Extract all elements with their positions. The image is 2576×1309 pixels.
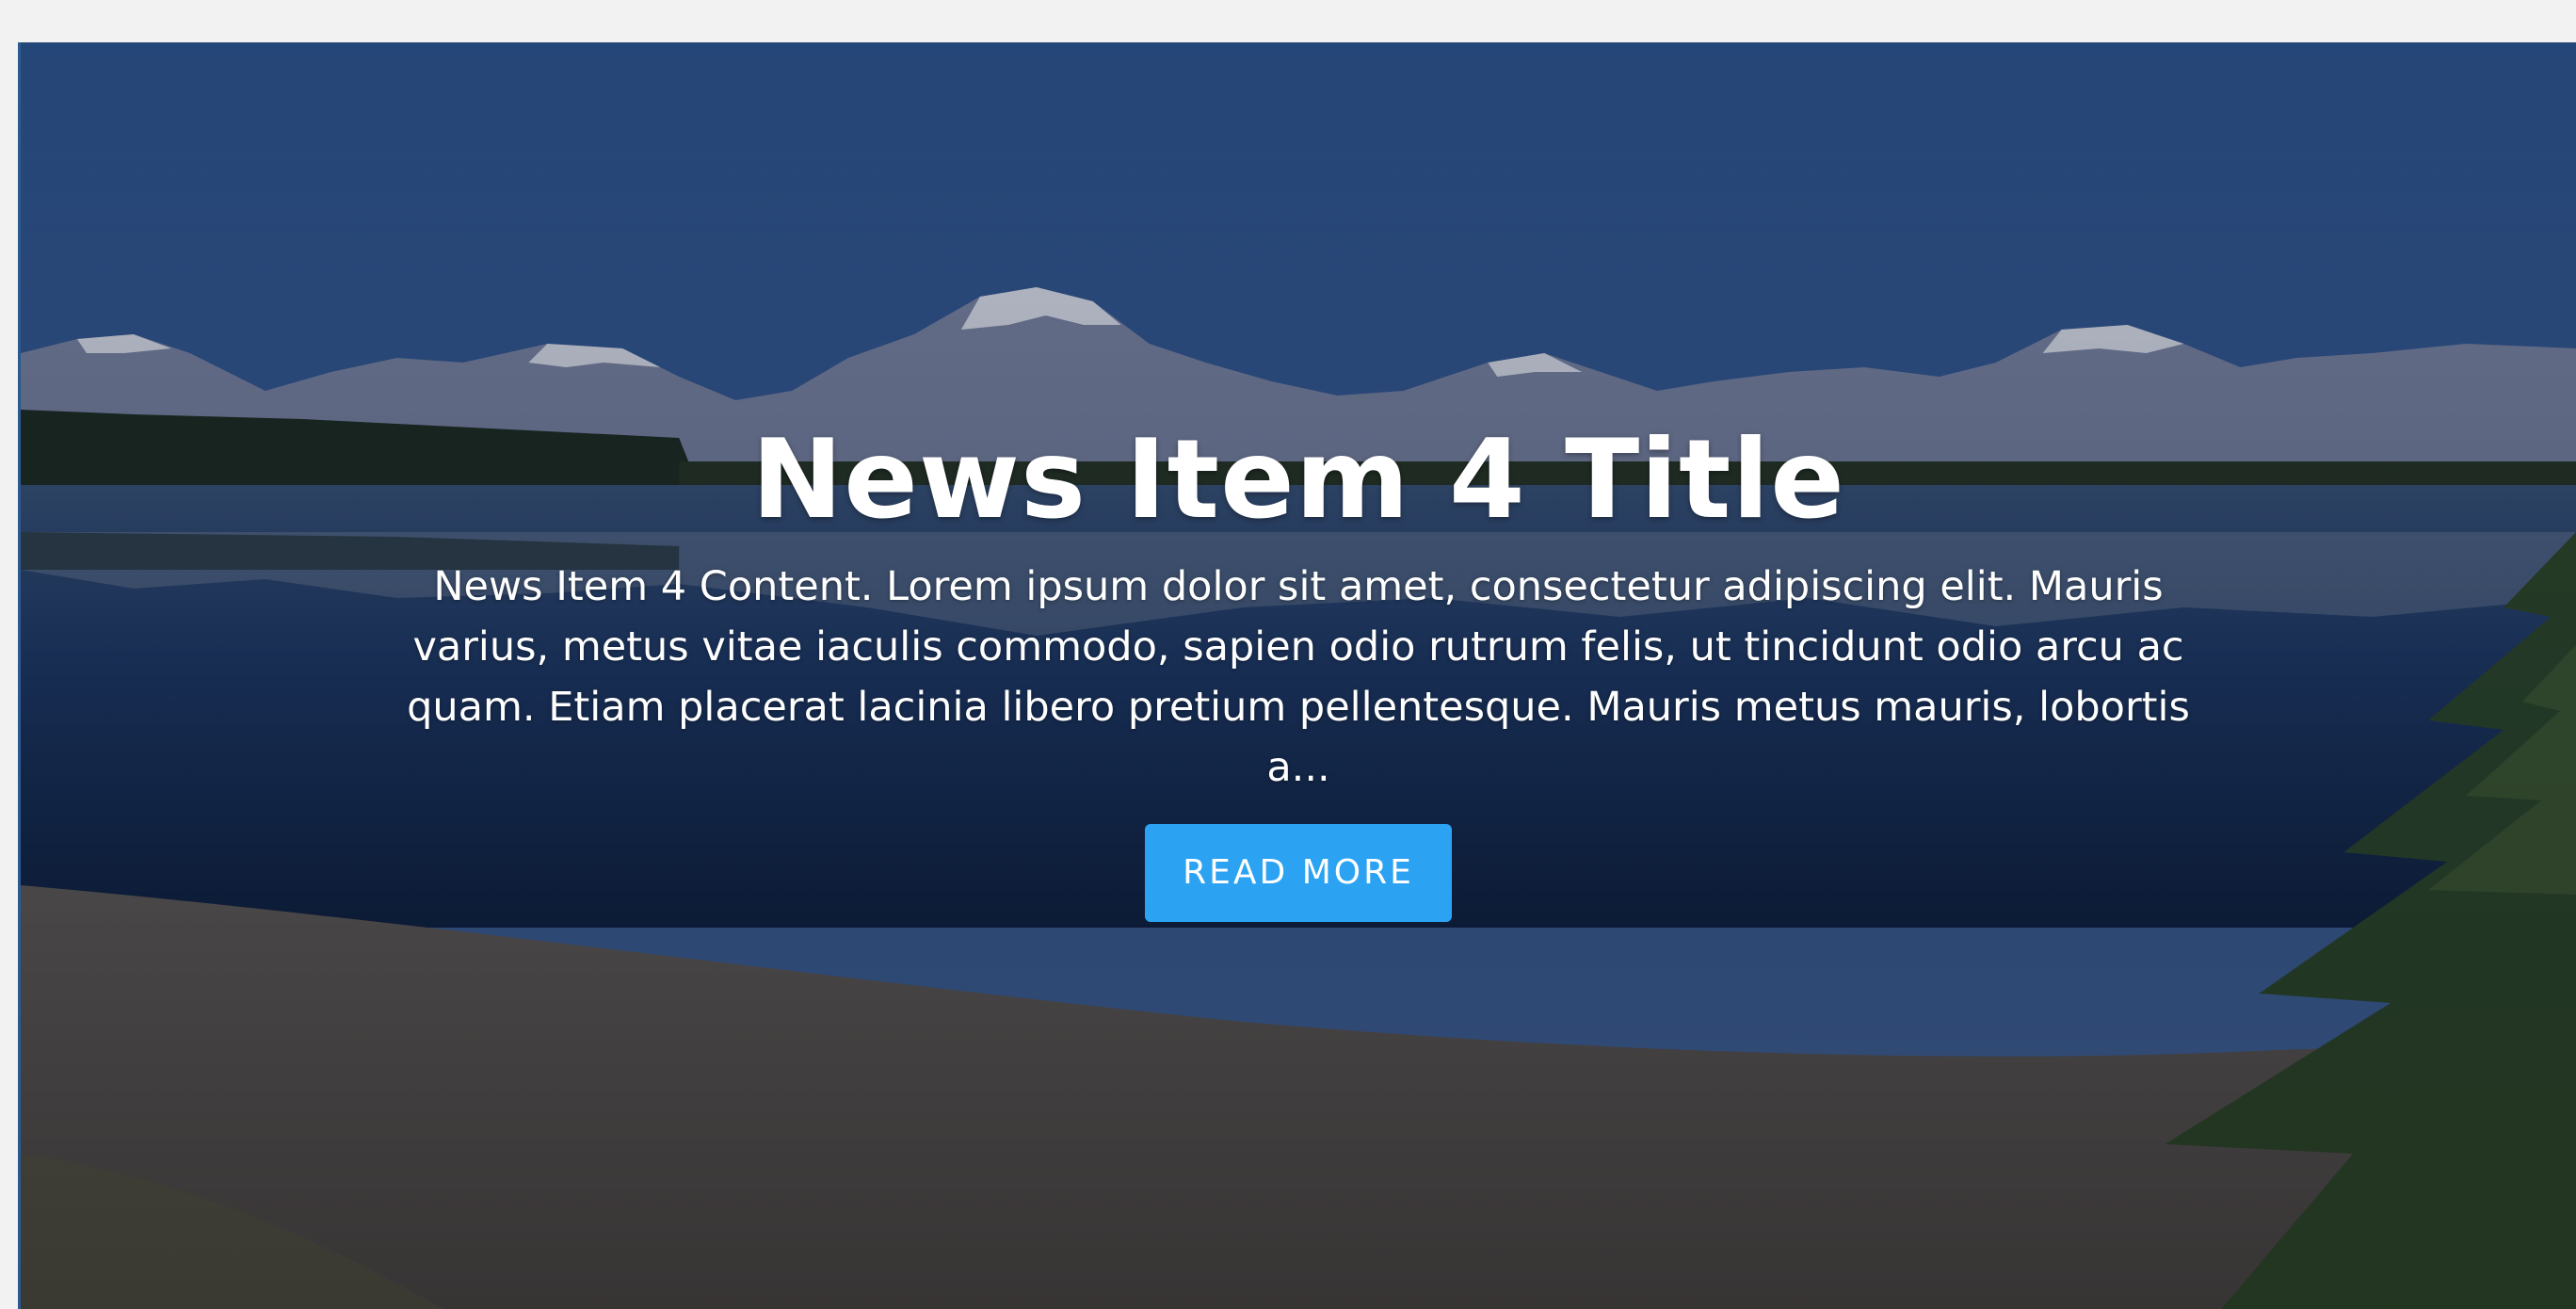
news-hero-slide: News Item 4 Title News Item 4 Content. L… [18, 42, 2576, 1309]
page: News Item 4 Title News Item 4 Content. L… [0, 0, 2576, 1309]
news-title: News Item 4 Title [751, 416, 1845, 543]
read-more-button[interactable]: Read More [1145, 824, 1452, 922]
news-excerpt: News Item 4 Content. Lorem ipsum dolor s… [407, 563, 2190, 791]
hero-content: News Item 4 Title News Item 4 Content. L… [21, 410, 2576, 922]
